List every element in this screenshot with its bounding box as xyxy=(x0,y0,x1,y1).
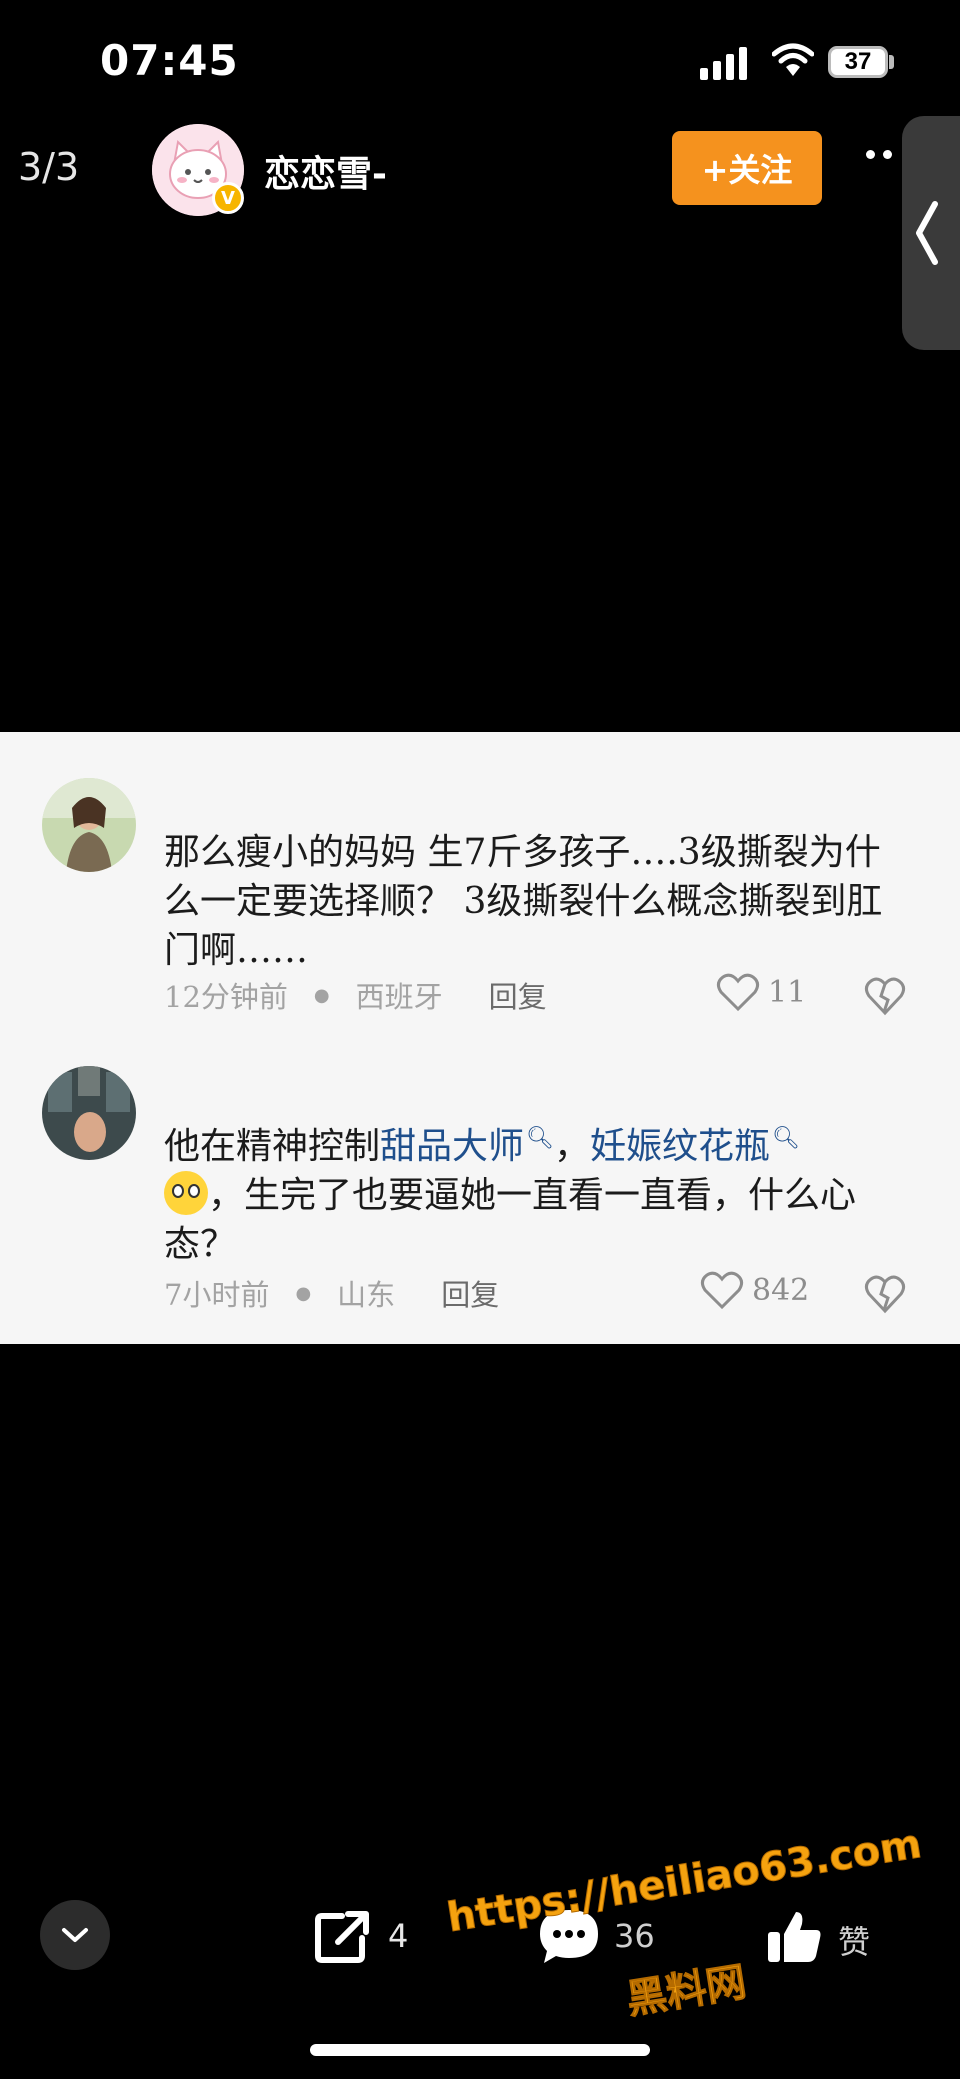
collapse-button[interactable] xyxy=(40,1900,110,1970)
like-count: 842 xyxy=(752,1272,810,1308)
share-icon[interactable] xyxy=(314,1908,372,1964)
comment-location: 西班牙 xyxy=(355,980,443,1014)
commenter-avatar xyxy=(42,1066,136,1160)
cellular-signal-icon xyxy=(700,42,747,80)
wifi-icon xyxy=(772,43,814,76)
thumbs-up-icon[interactable] xyxy=(764,1906,824,1966)
comment-time: 7小时前 xyxy=(164,1278,270,1312)
battery-icon: 37 xyxy=(828,46,888,78)
chevron-down-icon xyxy=(62,1928,88,1942)
comment-text: 那么瘦小的妈妈 生7斤多孩子….3级撕裂为什么一定要选择顺？ 3级撕裂什么概念撕… xyxy=(164,832,883,971)
meta-separator: ● xyxy=(295,1282,312,1304)
dislike-heart-icon xyxy=(864,977,906,1016)
search-icon: 🔍︎ xyxy=(526,1126,554,1151)
flushed-face-emoji-icon xyxy=(164,1171,208,1215)
chevron-left-icon xyxy=(916,201,938,265)
username[interactable]: 恋恋雪- xyxy=(264,145,387,197)
keyword-link: 妊娠纹花瓶 xyxy=(589,1126,770,1167)
comment-text-after: ，生完了也要逼她一直看一直看，什么心态？ xyxy=(164,1175,857,1265)
comma: ， xyxy=(553,1126,590,1167)
share-count: 4 xyxy=(388,1917,409,1955)
person-photo-icon xyxy=(42,778,136,872)
comment-count: 36 xyxy=(614,1917,655,1955)
commenter-avatar xyxy=(42,778,136,872)
comment-text: 他在精神控制甜品大师🔍︎，妊娠纹花瓶🔍︎ ，生完了也要逼她一直看一直看，什么心态？ xyxy=(164,1114,904,1269)
heart-icon xyxy=(700,1271,744,1310)
page-counter: 3/3 xyxy=(18,145,80,189)
battery-level: 37 xyxy=(844,48,872,75)
more-options-icon[interactable] xyxy=(866,150,892,159)
comment-screenshot-card: 那么瘦小的妈妈 生7斤多孩子….3级撕裂为什么一定要选择顺？ 3级撕裂什么概念撕… xyxy=(0,732,960,1344)
watermark-name: 黑料网 xyxy=(623,1959,750,2024)
dislike-heart-icon xyxy=(864,1275,906,1314)
battery-tip xyxy=(889,55,894,69)
like-count: 11 xyxy=(768,974,807,1010)
follow-button[interactable]: +关注 xyxy=(672,131,822,205)
hand-photo-icon xyxy=(42,1066,136,1160)
home-indicator xyxy=(310,2044,650,2056)
comment-meta: 7小时前 ● 山东 回复 xyxy=(164,1272,499,1314)
status-time: 07:45 xyxy=(100,36,239,85)
like-label: 赞 xyxy=(838,1923,871,1961)
meta-separator: ● xyxy=(313,984,330,1006)
heart-icon xyxy=(716,973,760,1012)
search-icon: 🔍︎ xyxy=(772,1126,800,1151)
keyword-link: 甜品大师 xyxy=(380,1126,525,1167)
reply-link: 回复 xyxy=(488,980,547,1014)
comment-like: 11 xyxy=(716,972,806,1012)
comment-meta: 12分钟前 ● 西班牙 回复 xyxy=(164,974,547,1016)
comment-location: 山东 xyxy=(337,1278,396,1312)
comment-like: 842 xyxy=(700,1270,809,1310)
verified-badge-icon: V xyxy=(212,182,244,214)
reply-link: 回复 xyxy=(441,1278,500,1312)
comment-text-before: 他在精神控制 xyxy=(164,1126,381,1167)
comment-time: 12分钟前 xyxy=(164,980,288,1014)
